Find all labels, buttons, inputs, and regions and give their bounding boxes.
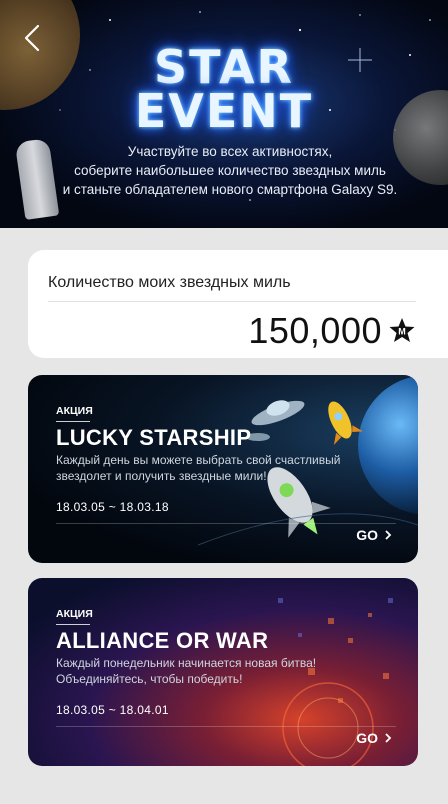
star-miles-card: Количество моих звездных миль 150,000 M <box>28 250 448 358</box>
promo-description-line: Объединяйтесь, чтобы победить! <box>56 672 243 686</box>
divider <box>56 624 90 625</box>
promo-dates: 18.03.05 ~ 18.04.01 <box>56 703 169 717</box>
go-label: GO <box>356 527 378 543</box>
go-label: GO <box>356 730 378 746</box>
divider <box>48 301 416 302</box>
star-badge-icon: M <box>388 317 416 345</box>
hero-subtitle-line: Участвуйте во всех активностях, <box>127 144 333 159</box>
hero-subtitle-line: соберите наибольшее количество звездных … <box>74 163 386 178</box>
go-button[interactable]: GO <box>356 527 392 543</box>
promo-title: LUCKY STARSHIP <box>56 425 252 450</box>
star-miles-value-row: 150,000 M <box>248 310 416 352</box>
promo-card-lucky-starship[interactable]: АКЦИЯ LUCKY STARSHIP Каждый день вы може… <box>28 375 418 563</box>
star-badge-letter: M <box>398 327 406 337</box>
chevron-right-icon <box>385 733 392 743</box>
divider <box>56 421 90 422</box>
star-miles-label: Количество моих звездных миль <box>48 274 291 291</box>
chevron-right-icon <box>385 530 392 540</box>
star-miles-value: 150,000 <box>248 310 382 351</box>
hero-subtitle: Участвуйте во всех активностях, соберите… <box>40 142 420 199</box>
promo-dates: 18.03.05 ~ 18.03.18 <box>56 500 169 514</box>
promo-card-alliance-or-war[interactable]: АКЦИЯ ALLIANCE OR WAR Каждый понедельник… <box>28 578 418 766</box>
promo-tag: АКЦИЯ <box>56 608 93 620</box>
divider <box>56 523 396 524</box>
promo-description-line: Каждый понедельник начинается новая битв… <box>56 656 317 670</box>
promo-description-line: звездолет и получить звездные мили! <box>56 469 267 483</box>
go-button[interactable]: GO <box>356 730 392 746</box>
promo-description: Каждый день вы можете выбрать свой счаст… <box>56 452 356 484</box>
event-logo-line2: EVENT <box>134 84 314 138</box>
promo-title: ALLIANCE OR WAR <box>56 628 269 653</box>
promo-tag: АКЦИЯ <box>56 405 93 417</box>
divider <box>56 726 396 727</box>
promo-description-line: Каждый день вы можете выбрать свой счаст… <box>56 453 341 467</box>
promo-description: Каждый понедельник начинается новая битв… <box>56 655 356 687</box>
hero-subtitle-line: и станьте обладателем нового смартфона G… <box>62 182 398 197</box>
hero-banner: STAR EVENT Участвуйте во всех активностя… <box>0 0 448 228</box>
